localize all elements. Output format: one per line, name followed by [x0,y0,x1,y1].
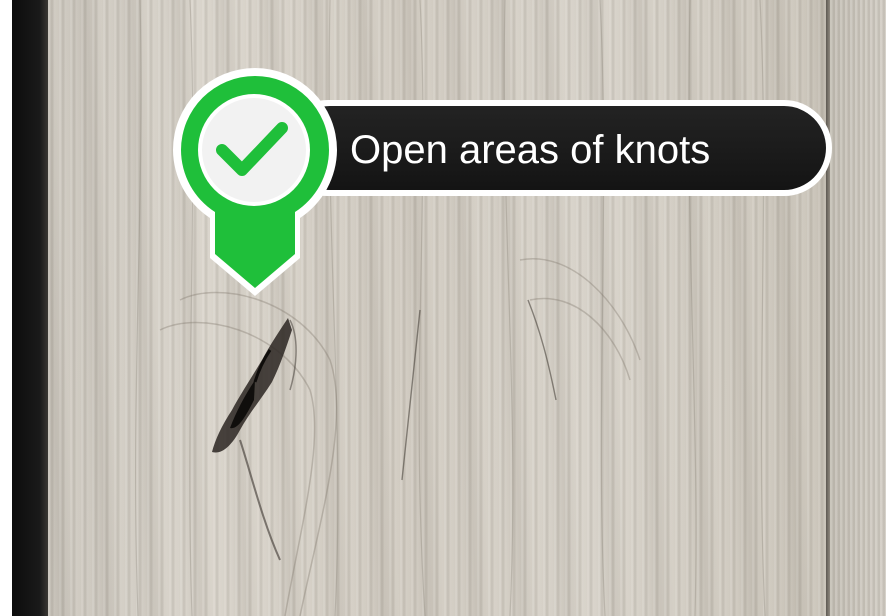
wood-plank-photo [0,0,886,616]
knot-crack [212,318,297,561]
wood-grain-overlay [135,0,766,616]
